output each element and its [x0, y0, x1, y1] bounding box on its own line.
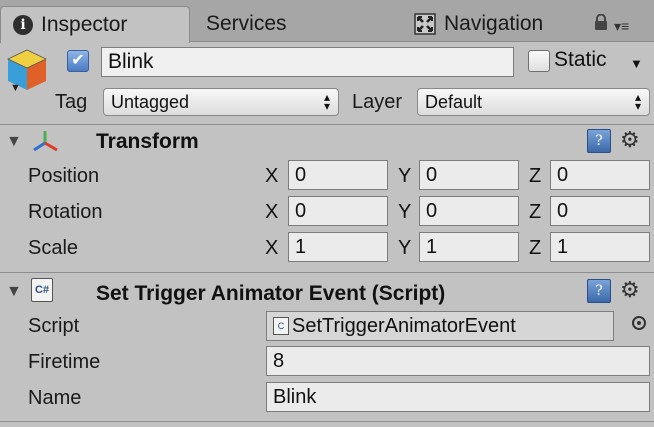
axis-x-label: X [265, 201, 279, 223]
tag-value: Untagged [111, 91, 190, 112]
rotation-y-field[interactable]: 0 [419, 196, 519, 226]
info-icon: i [13, 15, 33, 35]
axis-x-label: X [265, 165, 279, 187]
axis-x-label: X [265, 237, 279, 259]
icon-dropdown-arrow-icon[interactable]: ▼ [10, 82, 21, 94]
script-label: Script [28, 315, 80, 337]
updown-arrows-icon: ▴ ▾ [634, 90, 641, 113]
axis-z-label: Z [529, 201, 542, 223]
firetime-field[interactable]: 8 [266, 346, 650, 376]
tab-bar: i Inspector Services Navigation ▾≡ [0, 0, 654, 43]
divider [0, 421, 654, 427]
static-label: Static [554, 48, 607, 71]
name-value: Blink [273, 385, 317, 408]
static-dropdown-arrow-icon[interactable]: ▼ [630, 56, 643, 71]
tab-services[interactable]: Services [192, 6, 301, 42]
tab-navigation[interactable]: Navigation [400, 6, 557, 42]
rotation-x-value: 0 [295, 199, 307, 222]
position-x-value: 0 [295, 163, 307, 186]
position-x-field[interactable]: 0 [288, 160, 388, 190]
help-book-icon[interactable]: ? [587, 279, 611, 303]
script-component-title: Set Trigger Animator Event (Script) [96, 282, 446, 305]
foldout-arrow-icon[interactable]: ▼ [6, 133, 22, 151]
position-y-field[interactable]: 0 [419, 160, 519, 190]
script-component-header[interactable]: ▼ C# Set Trigger Animator Event (Script)… [0, 272, 654, 305]
gameobject-name-value: Blink [108, 50, 154, 73]
name-field[interactable]: Blink [266, 382, 650, 412]
script-value: SetTriggerAnimatorEvent [292, 314, 516, 337]
axis-y-label: Y [398, 237, 412, 259]
axis-y-label: Y [398, 201, 412, 223]
navigation-icon [414, 13, 436, 35]
firetime-label: Firetime [28, 351, 101, 373]
tag-label: Tag [55, 91, 88, 113]
panel-menu-icon[interactable]: ▾≡ [614, 18, 629, 35]
scale-x-value: 1 [295, 235, 307, 258]
rotation-z-field[interactable]: 0 [550, 196, 650, 226]
axis-z-label: Z [529, 165, 542, 187]
tag-dropdown[interactable]: Untagged ▴ ▾ [103, 88, 339, 116]
scale-y-field[interactable]: 1 [419, 232, 519, 262]
transform-axes-icon [33, 131, 58, 152]
csharp-script-icon: C# [31, 278, 53, 302]
position-z-value: 0 [557, 163, 569, 186]
gear-icon[interactable]: ⚙ [620, 127, 640, 153]
csharp-script-icon: C [273, 317, 289, 335]
layer-dropdown[interactable]: Default ▴ ▾ [417, 88, 650, 116]
rotation-y-value: 0 [426, 199, 438, 222]
rotation-x-field[interactable]: 0 [288, 196, 388, 226]
scale-y-value: 1 [426, 235, 438, 258]
active-checkbox[interactable] [67, 50, 89, 72]
name-label: Name [28, 387, 82, 409]
foldout-arrow-icon[interactable]: ▼ [6, 283, 22, 301]
scale-z-value: 1 [557, 235, 569, 258]
rotation-z-value: 0 [557, 199, 569, 222]
firetime-value: 8 [273, 349, 285, 372]
layer-label: Layer [352, 91, 403, 113]
script-object-field[interactable]: C SetTriggerAnimatorEvent [266, 311, 614, 341]
tab-inspector[interactable]: i Inspector [0, 6, 190, 43]
scale-x-field[interactable]: 1 [288, 232, 388, 262]
axis-y-label: Y [398, 165, 412, 187]
tab-services-label: Services [206, 12, 287, 35]
gameobject-name-input[interactable]: Blink [101, 47, 514, 77]
transform-title: Transform [96, 130, 199, 153]
static-checkbox[interactable] [528, 50, 550, 72]
axis-z-label: Z [529, 237, 542, 259]
tab-inspector-label: Inspector [41, 13, 128, 36]
position-z-field[interactable]: 0 [550, 160, 650, 190]
object-picker-icon[interactable] [632, 316, 646, 330]
transform-header[interactable]: ▼ Transform ? ⚙ [0, 124, 654, 156]
updown-arrows-icon: ▴ ▾ [323, 90, 330, 113]
position-y-value: 0 [426, 163, 438, 186]
tab-navigation-label: Navigation [444, 12, 544, 35]
help-book-icon[interactable]: ? [587, 129, 611, 153]
rotation-label: Rotation [28, 201, 103, 223]
lock-icon[interactable] [594, 14, 608, 30]
scale-label: Scale [28, 237, 79, 259]
scale-z-field[interactable]: 1 [550, 232, 650, 262]
gear-icon[interactable]: ⚙ [620, 277, 640, 303]
layer-value: Default [425, 91, 483, 112]
position-label: Position [28, 165, 100, 187]
